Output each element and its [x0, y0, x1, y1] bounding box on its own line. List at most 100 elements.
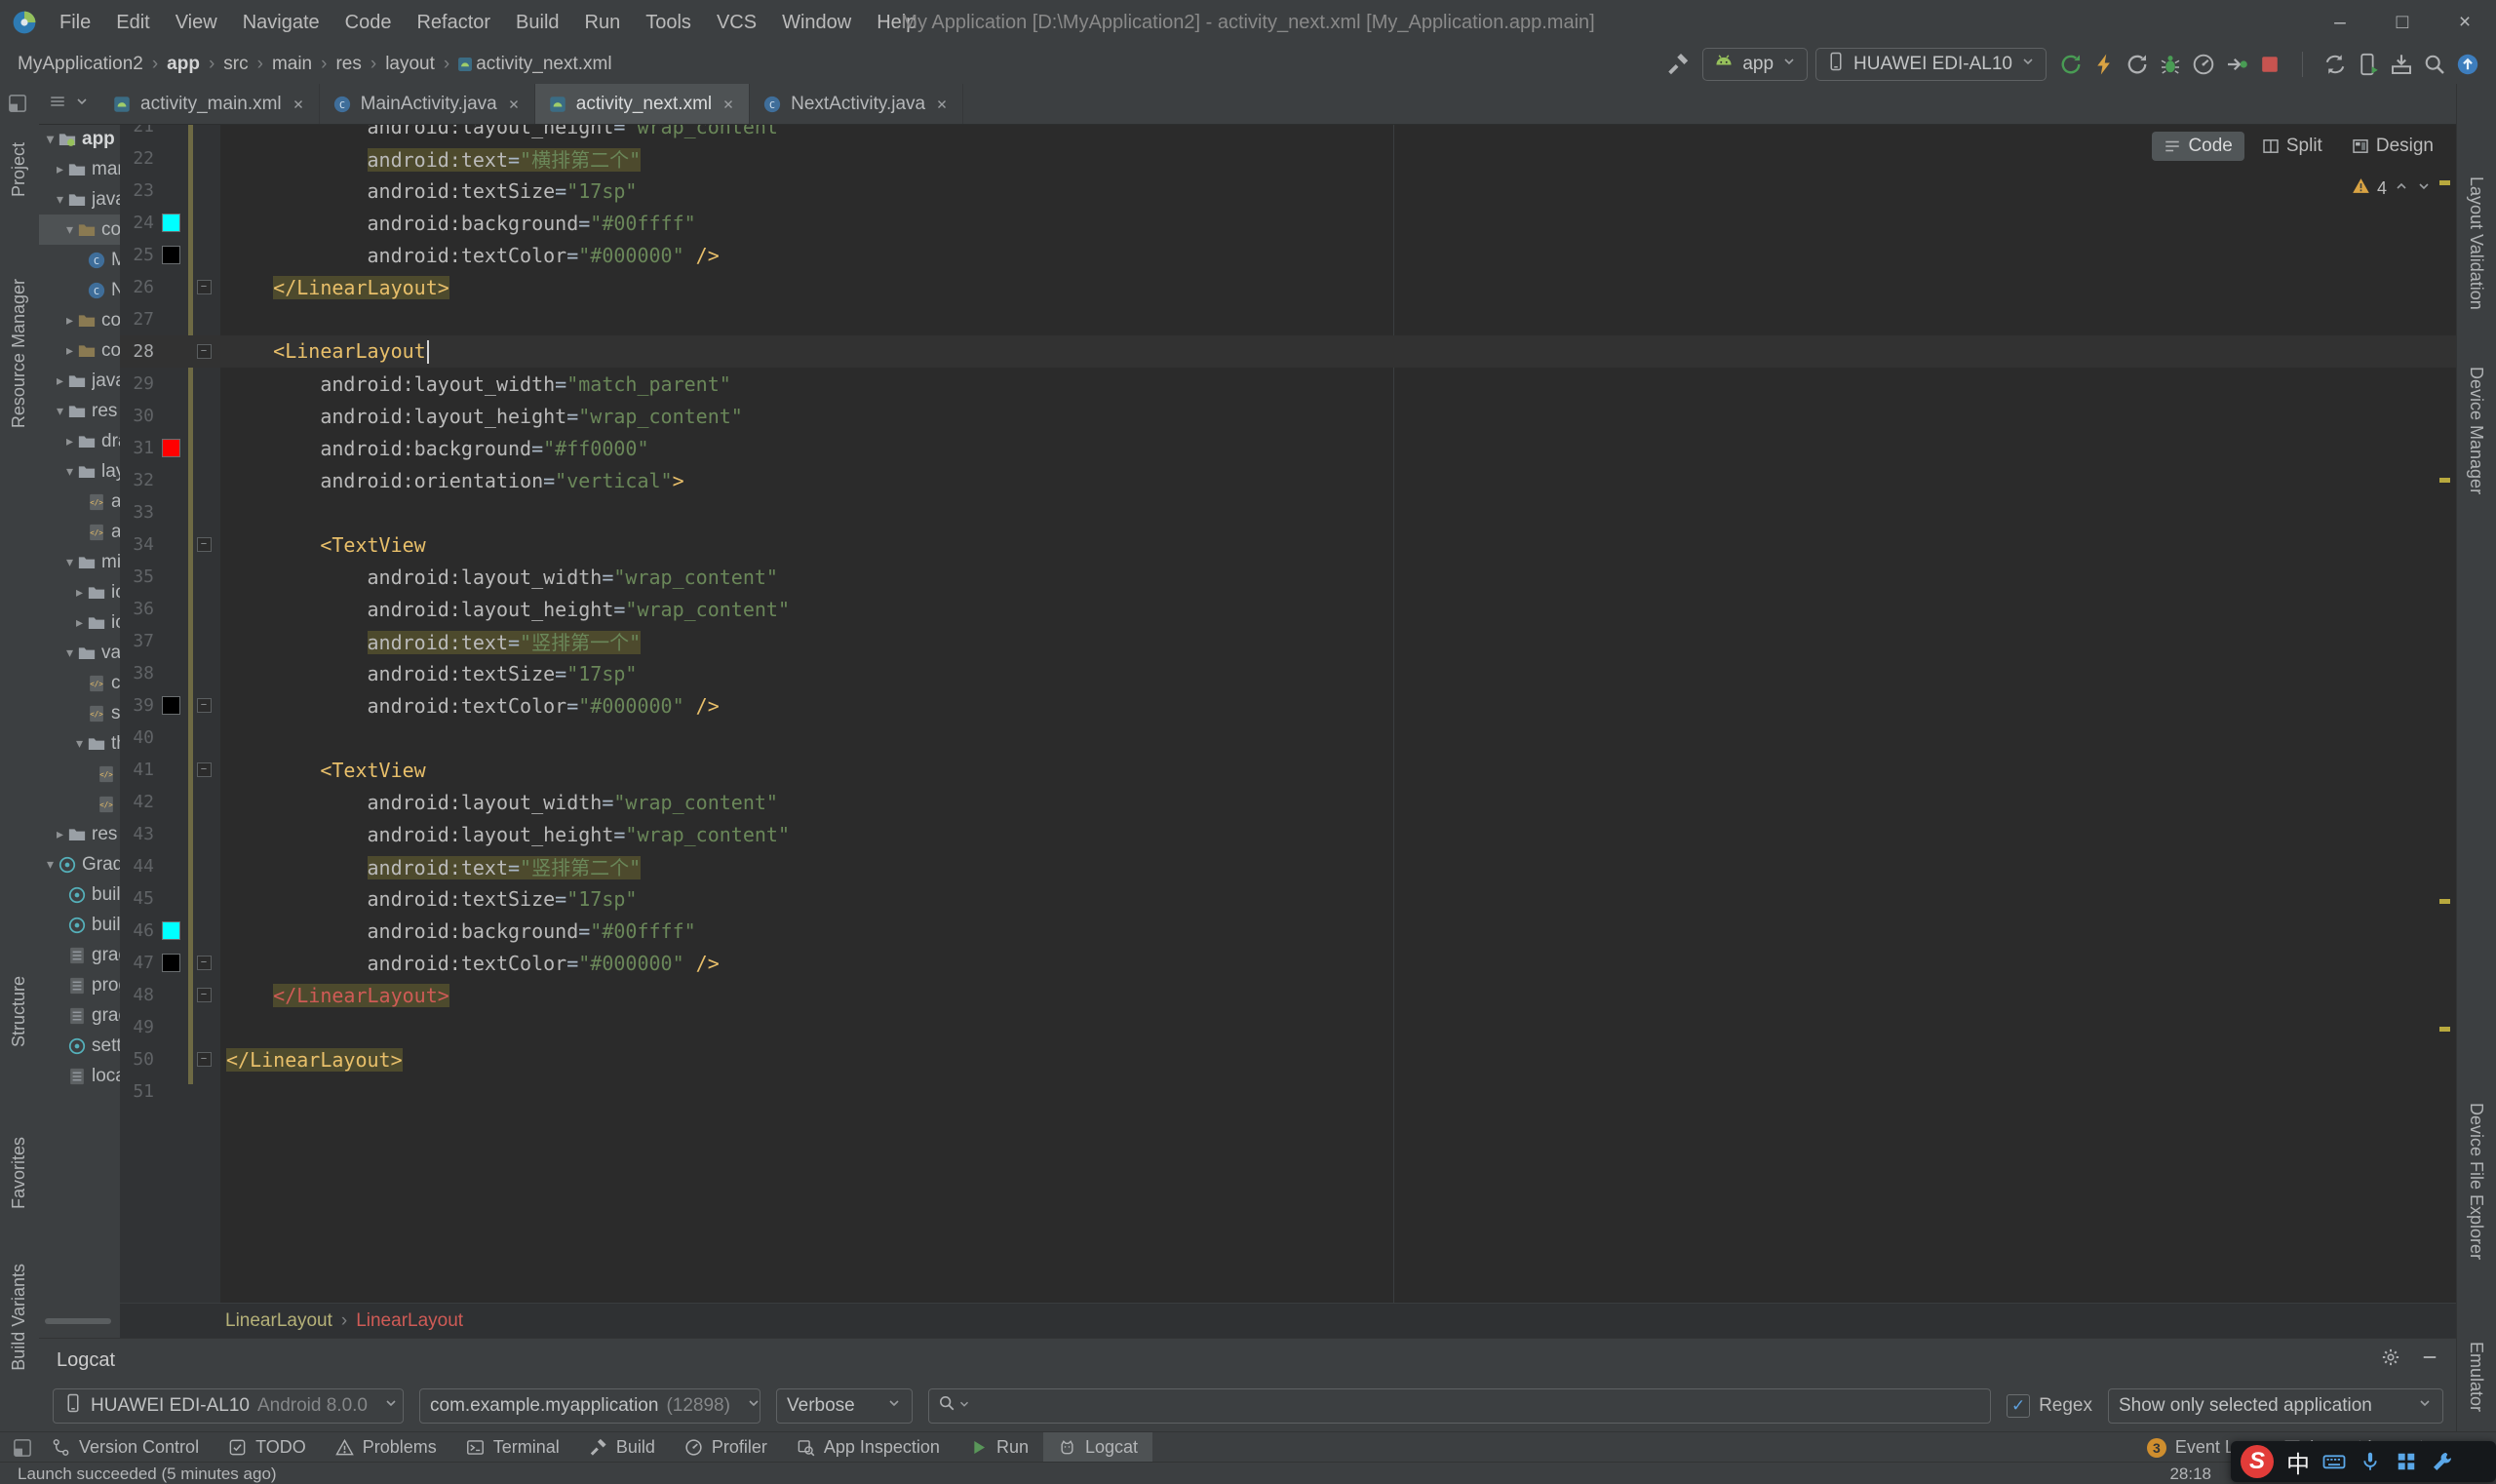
error-stripe-mark[interactable] — [2439, 478, 2450, 483]
fold-marker-icon[interactable]: − — [197, 956, 212, 970]
view-mode-code[interactable]: Code — [2152, 132, 2243, 161]
stop-button[interactable] — [2253, 48, 2286, 81]
tree-item-ic-launcher[interactable]: ▸ic_launcher — [39, 577, 120, 607]
menu-code[interactable]: Code — [332, 12, 405, 34]
chevron-down-icon[interactable] — [957, 1395, 971, 1417]
menu-run[interactable]: Run — [572, 12, 634, 34]
regex-checkbox[interactable]: ✓ — [2007, 1394, 2030, 1418]
tree-item-res[interactable]: ▾res — [39, 396, 120, 426]
toolwindow-button-favorites[interactable]: Favorites — [9, 1137, 29, 1209]
tree-item-colors-xml[interactable]: </>colors.xml — [39, 668, 120, 698]
apply-code-changes-button[interactable] — [2121, 48, 2154, 81]
chevron-down-icon[interactable]: ▾ — [72, 735, 87, 752]
fold-marker-icon[interactable]: − — [197, 1052, 212, 1067]
chevron-right-icon[interactable]: ▸ — [62, 312, 77, 329]
breadcrumb-item[interactable]: res — [333, 54, 363, 75]
updates-button[interactable] — [2451, 48, 2484, 81]
chevron-right-icon[interactable]: ▸ — [72, 614, 87, 631]
chevron-down-icon[interactable]: ▾ — [43, 131, 58, 147]
toolwindow-button-problems[interactable]: Problems — [321, 1432, 451, 1463]
logcat-process-select[interactable]: com.example.myapplication (12898) — [419, 1388, 760, 1424]
view-mode-split[interactable]: Split — [2250, 132, 2334, 161]
tree-item-build-gradle-project-myapplication2-[interactable]: build.gradle (Project: MyApplication2) — [39, 879, 120, 910]
tree-item-themes-xml[interactable]: </>themes.xml — [39, 759, 120, 789]
logcat-level-select[interactable]: Verbose — [776, 1388, 913, 1424]
hammer-icon[interactable] — [1666, 53, 1690, 76]
tree-item-com-example-myapplication-test-[interactable]: ▸com.example.myapplication (test) — [39, 335, 120, 366]
regex-option[interactable]: ✓ Regex — [2007, 1394, 2092, 1418]
error-stripe-mark[interactable] — [2439, 1027, 2450, 1032]
menu-vcs[interactable]: VCS — [704, 12, 769, 34]
view-mode-design[interactable]: Design — [2340, 132, 2445, 161]
toolwindow-button-logcat[interactable]: Logcat — [1043, 1432, 1152, 1463]
gear-icon[interactable] — [2381, 1347, 2400, 1367]
ime-wrench-icon[interactable] — [2431, 1450, 2454, 1473]
build-hammer-icon[interactable] — [1661, 48, 1695, 81]
tab-activity_next.xml[interactable]: activity_next.xml — [535, 84, 750, 124]
tree-item-activity-main-xml[interactable]: </>activity_main.xml — [39, 487, 120, 517]
chevron-down-icon[interactable]: ▾ — [62, 221, 77, 238]
tab-MainActivity.java[interactable]: CMainActivity.java — [320, 84, 535, 124]
debug-button[interactable] — [2154, 48, 2187, 81]
toolwindow-button-profiler[interactable]: Profiler — [670, 1432, 782, 1463]
menu-tools[interactable]: Tools — [633, 12, 704, 34]
tree-item-strings-xml[interactable]: </>strings.xml — [39, 698, 120, 728]
toolwindow-button-todo[interactable]: TODO — [214, 1432, 321, 1463]
tree-item-proguard-rules-pro-proguard-rules-for-app-[interactable]: proguard-rules.pro (ProGuard Rules for "… — [39, 970, 120, 1000]
color-swatch[interactable] — [162, 214, 180, 232]
close-icon[interactable] — [721, 97, 736, 112]
tab-list-icon[interactable] — [49, 93, 66, 110]
tab-activity_main.xml[interactable]: activity_main.xml — [99, 84, 320, 124]
tab-list-icon[interactable] — [49, 93, 66, 116]
sdk-manager-button[interactable] — [2385, 48, 2418, 81]
tree-item-gradle-wrapper-properties-gradle-version-[interactable]: gradle-wrapper.properties (Gradle Versio… — [39, 940, 120, 970]
chevron-down-icon[interactable]: ▾ — [53, 191, 67, 208]
breadcrumb-item[interactable]: MyApplication2 — [16, 54, 145, 75]
breadcrumb-item[interactable]: layout — [383, 54, 437, 75]
attach-debugger-button[interactable] — [2220, 48, 2253, 81]
fold-marker-icon[interactable]: − — [197, 698, 212, 713]
tree-item-gradle-scripts[interactable]: ▾Gradle Scripts — [39, 849, 120, 879]
color-swatch[interactable] — [162, 246, 180, 264]
chevron-right-icon[interactable]: ▸ — [53, 372, 67, 389]
tree-item-nextactivity[interactable]: CNextActivity — [39, 275, 120, 305]
chevron-right-icon[interactable]: ▸ — [62, 433, 77, 449]
device-select[interactable]: HUAWEI EDI-AL10 — [1815, 48, 2047, 81]
tree-item-activity-next-xml[interactable]: </>activity_next.xml — [39, 517, 120, 547]
run-configuration-select[interactable]: app — [1702, 48, 1808, 81]
toolwindow-button-device-manager[interactable]: Device Manager — [2466, 367, 2486, 494]
chevron-down-icon[interactable]: ▾ — [53, 403, 67, 419]
tree-item-local-properties-sdk-location-[interactable]: local.properties (SDK Location) — [39, 1061, 120, 1091]
chevron-right-icon[interactable]: ▸ — [62, 342, 77, 359]
error-stripe-mark[interactable] — [2439, 180, 2450, 185]
maximize-icon[interactable]: □ — [2371, 0, 2434, 45]
toolwindow-toggle-icon[interactable] — [13, 1438, 32, 1458]
logcat-search-input[interactable] — [973, 1394, 1981, 1418]
color-swatch[interactable] — [162, 954, 180, 972]
chevron-down-icon[interactable]: ▾ — [43, 856, 58, 873]
color-swatch[interactable] — [162, 439, 180, 457]
close-icon[interactable] — [291, 97, 306, 112]
apply-changes-button[interactable] — [2087, 48, 2121, 81]
ime-grid-icon[interactable] — [2395, 1450, 2418, 1473]
chevron-up-icon[interactable] — [2394, 178, 2409, 199]
tree-item-settings-gradle-project-settings-[interactable]: settings.gradle (Project Settings) — [39, 1031, 120, 1061]
tree-item-java[interactable]: ▾java — [39, 184, 120, 215]
fold-marker-icon[interactable]: − — [197, 537, 212, 552]
rerun-button[interactable] — [2054, 48, 2087, 81]
xml-breadcrumb-item[interactable]: LinearLayout — [356, 1310, 463, 1332]
toolwindow-button-version-control[interactable]: Version Control — [37, 1432, 214, 1463]
menu-navigate[interactable]: Navigate — [230, 12, 332, 34]
xml-breadcrumb-item[interactable]: LinearLayout — [225, 1310, 332, 1332]
tree-item-res-generated-[interactable]: ▸res (generated) — [39, 819, 120, 849]
fold-marker-icon[interactable]: − — [197, 280, 212, 294]
color-swatch[interactable] — [162, 696, 180, 715]
tree-item-com-example-myapplication-androidtest-[interactable]: ▸com.example.myapplication (androidTest) — [39, 305, 120, 335]
minimize-icon[interactable]: – — [2309, 0, 2371, 45]
ime-keyboard-icon[interactable] — [2322, 1450, 2346, 1473]
ime-language-indicator[interactable]: 中 — [2286, 1445, 2310, 1479]
chevron-right-icon[interactable]: ▸ — [53, 826, 67, 842]
breadcrumb-item[interactable]: app — [165, 54, 202, 75]
tree-item-drawable[interactable]: ▸drawable — [39, 426, 120, 456]
breadcrumb-item[interactable]: main — [270, 54, 314, 75]
